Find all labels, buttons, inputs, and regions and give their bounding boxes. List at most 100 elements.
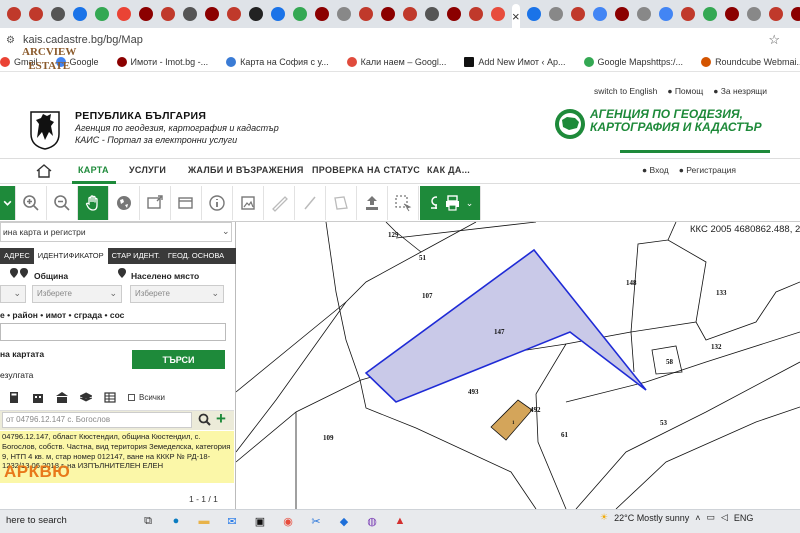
nav-status-check[interactable]: ПРОВЕРКА НА СТАТУС (312, 165, 420, 175)
bookmark-sofia-map[interactable]: Карта на София с у... (226, 56, 329, 67)
file-explorer-icon[interactable]: ▬ (193, 511, 215, 531)
tab-identifier[interactable]: ИДЕНТИФИКАТОР (33, 248, 108, 264)
bookmark-add-new[interactable]: Add New Имот ‹ Ар... (464, 56, 566, 67)
calculator-icon[interactable] (8, 392, 20, 403)
tab-favicon[interactable] (95, 7, 109, 21)
cadastral-map[interactable]: 129 51 107 147 148 133 132 58 493 492 61… (236, 222, 800, 509)
tab-favicon[interactable] (790, 7, 800, 21)
tray-chevron-icon[interactable]: ˄ (695, 513, 700, 523)
zoom-in-button[interactable] (16, 186, 47, 220)
tab-favicon[interactable] (29, 7, 43, 21)
tab-favicon[interactable] (337, 7, 351, 21)
edge-icon[interactable]: ● (165, 511, 187, 531)
bookmark-google-maps[interactable]: Google Mapshttps:/... (583, 56, 683, 67)
bookmark-imot[interactable]: Имоти - Imot.bg -... (116, 56, 208, 67)
chrome-icon[interactable]: ◉ (277, 511, 299, 531)
tab-favicon[interactable] (315, 7, 329, 21)
settlement-select[interactable]: Изберете ⌄ (130, 285, 224, 303)
tab-favicon[interactable] (425, 7, 439, 21)
bookmark-kali[interactable]: Кали наем – Googl... (346, 56, 446, 67)
app-icon[interactable]: ◆ (333, 511, 355, 531)
close-tab-icon[interactable]: × (512, 9, 520, 24)
tab-favicon[interactable] (161, 7, 175, 21)
upload-button[interactable] (357, 186, 388, 220)
switch-language-link[interactable]: switch to English (594, 86, 657, 96)
line-button[interactable] (295, 186, 326, 220)
chevron-down-icon[interactable]: ⌄ (222, 226, 230, 237)
zoom-out-button[interactable] (47, 186, 78, 220)
bookmark-roundcube[interactable]: Roundcube Webmai... (701, 56, 800, 67)
site-info-icon[interactable]: ⚙ (6, 35, 15, 46)
tab-favicon[interactable] (469, 7, 483, 21)
landmark-icon[interactable] (56, 392, 68, 403)
print-button[interactable]: ⌄ (437, 186, 481, 220)
store-icon[interactable]: ▣ (249, 511, 271, 531)
info-button[interactable] (202, 186, 233, 220)
login-link[interactable]: ● Вход (642, 165, 669, 175)
tab-favicon[interactable] (293, 7, 307, 21)
select-all-checkbox[interactable] (128, 394, 135, 401)
building-footprint[interactable] (490, 399, 533, 441)
tab-favicon[interactable] (592, 7, 607, 21)
tab-favicon[interactable] (381, 7, 395, 21)
table-icon[interactable] (104, 392, 116, 403)
bookmark-star-icon[interactable]: ☆ (768, 32, 780, 48)
nav-how-to[interactable]: КАК ДА... (427, 165, 470, 175)
tab-favicon[interactable] (403, 7, 417, 21)
window-button[interactable] (171, 186, 202, 220)
tab-favicon[interactable] (636, 7, 651, 21)
accessibility-link[interactable]: ● За незрящи (713, 86, 767, 96)
snipping-icon[interactable]: ✂ (305, 511, 327, 531)
region-select[interactable]: ⌄ (0, 285, 26, 303)
network-icon[interactable]: ▭ (706, 512, 715, 523)
municipality-select[interactable]: Изберете ⌄ (32, 285, 122, 303)
register-link[interactable]: ● Регистрация (679, 165, 736, 175)
tab-favicon[interactable] (227, 7, 241, 21)
mail-icon[interactable]: ✉ (221, 511, 243, 531)
tab-favicon[interactable] (548, 7, 563, 21)
tab-favicon[interactable] (7, 7, 21, 21)
tab-favicon[interactable] (724, 7, 739, 21)
on-map-checkbox-label[interactable]: на картата (0, 349, 44, 359)
language-indicator[interactable]: ENG (734, 513, 754, 523)
active-tab[interactable]: × (512, 4, 520, 28)
nav-services[interactable]: УСЛУГИ (129, 165, 166, 175)
nav-map[interactable]: КАРТА (78, 165, 109, 175)
search-icon[interactable] (198, 413, 211, 426)
tab-favicon[interactable] (271, 7, 285, 21)
home-icon[interactable] (36, 164, 52, 178)
tab-favicon[interactable] (139, 7, 153, 21)
add-icon[interactable]: + (216, 409, 226, 429)
search-button[interactable]: ТЪРСИ (132, 350, 225, 369)
select-button[interactable] (388, 186, 419, 220)
tab-favicon[interactable] (359, 7, 373, 21)
taskbar-search[interactable]: here to search (6, 515, 67, 526)
tab-favicon[interactable] (680, 7, 695, 21)
nav-complaints[interactable]: ЖАЛБИ И ВЪЗРАЖЕНИЯ (188, 165, 304, 175)
tab-favicon[interactable] (117, 7, 131, 21)
weather-text[interactable]: 22°C Mostly sunny (614, 513, 689, 523)
tab-favicon[interactable] (73, 7, 87, 21)
map-canvas[interactable]: 129 51 107 147 148 133 132 58 493 492 61… (236, 222, 800, 509)
tab-old-identifier[interactable]: СТАР ИДЕНТ. (108, 248, 164, 264)
area-button[interactable] (326, 186, 357, 220)
task-view-icon[interactable]: ⧉ (137, 511, 159, 531)
layers-icon[interactable] (80, 392, 92, 403)
measure-button[interactable] (264, 186, 295, 220)
tab-geodetic-base[interactable]: ГЕОД. ОСНОВА (164, 248, 228, 264)
tab-favicon[interactable] (570, 7, 585, 21)
tab-favicon[interactable] (491, 7, 505, 21)
tab-favicon[interactable] (702, 7, 717, 21)
tab-favicon[interactable] (614, 7, 629, 21)
pan-button[interactable] (78, 186, 109, 220)
tab-favicon[interactable] (526, 7, 541, 21)
viber-icon[interactable]: ◍ (361, 511, 383, 531)
pdf-icon[interactable]: ▲ (389, 511, 411, 531)
tab-favicon[interactable] (183, 7, 197, 21)
result-title[interactable]: от 04796.12.147 с. Богослов (2, 412, 192, 428)
volume-icon[interactable]: ◁ (721, 512, 728, 523)
tab-favicon[interactable] (658, 7, 673, 21)
layer-select[interactable]: ина карта и регистри (0, 222, 232, 242)
tab-favicon[interactable] (205, 7, 219, 21)
highlighted-parcel-147[interactable] (364, 248, 647, 403)
